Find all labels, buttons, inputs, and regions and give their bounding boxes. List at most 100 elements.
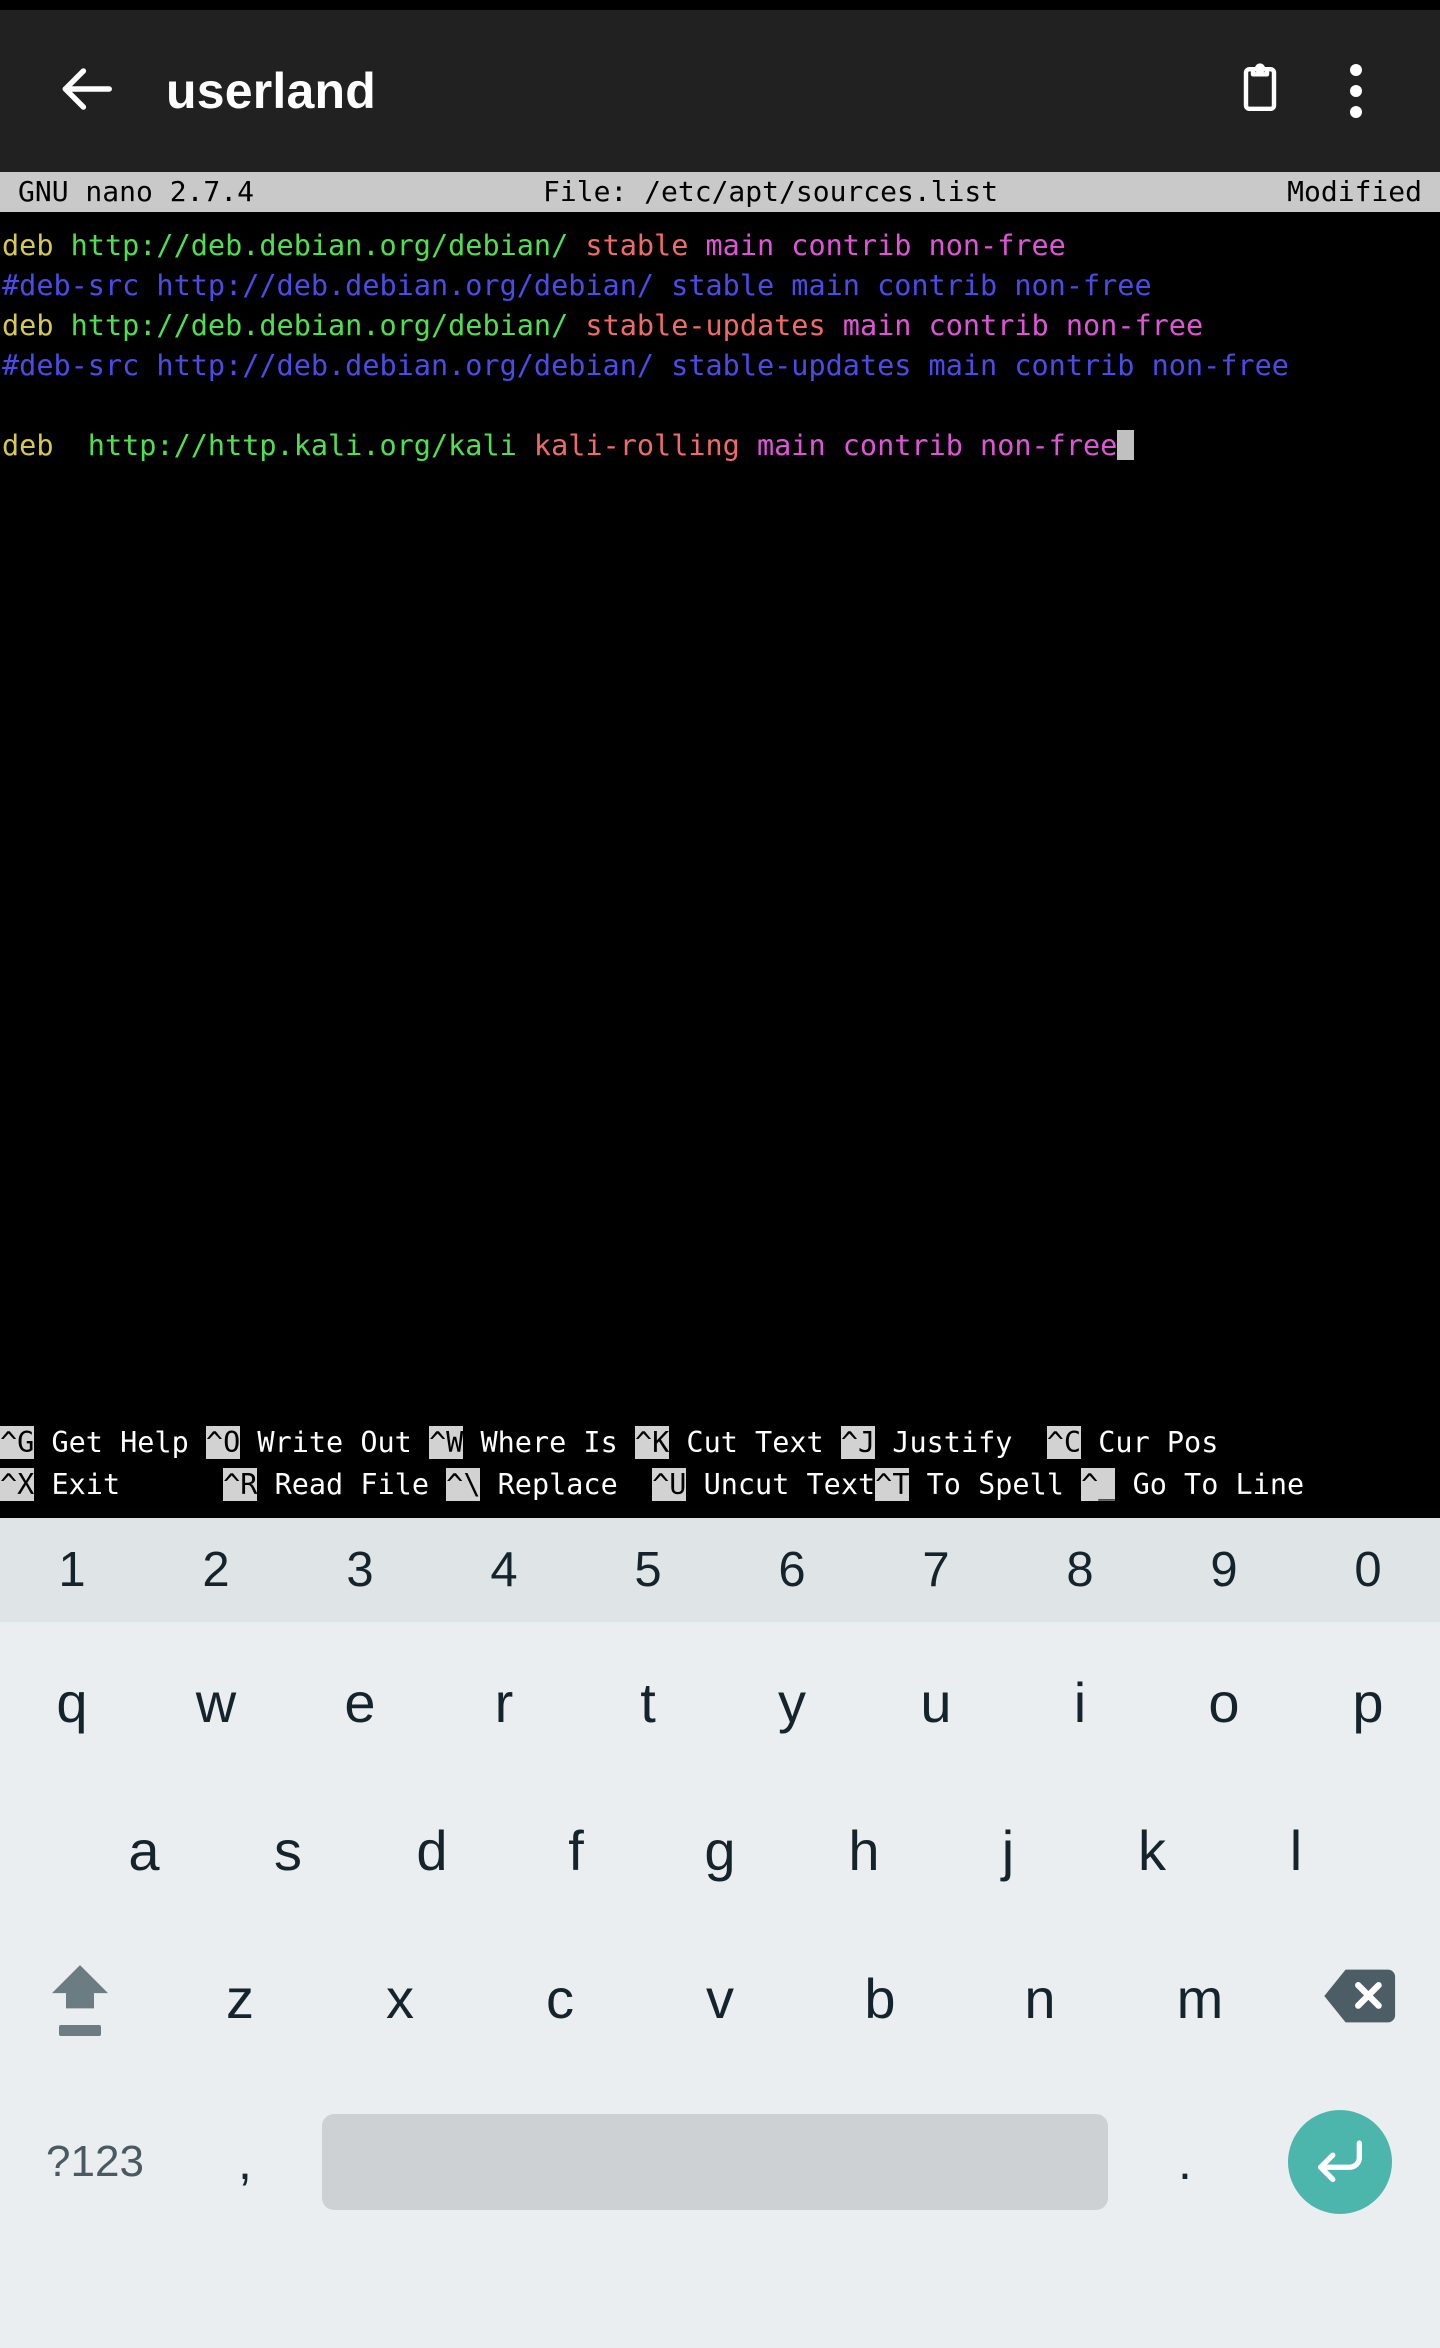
code-token: http://http.kali.org/kali	[87, 429, 534, 462]
num-key-6[interactable]: 6	[720, 1542, 864, 1598]
shortcut-label: Cut Text	[669, 1426, 841, 1459]
num-key-9[interactable]: 9	[1152, 1542, 1296, 1598]
letter-key-k[interactable]: k	[1080, 1776, 1224, 1924]
code-line[interactable]: deb http://deb.debian.org/debian/ stable…	[2, 226, 1440, 266]
backspace-key[interactable]	[1280, 1924, 1440, 2072]
letter-key-m[interactable]: m	[1120, 1924, 1280, 2072]
code-token: deb	[2, 309, 71, 342]
arrow-left-icon	[55, 58, 117, 125]
keyboard-row-asdf: asdfghjkl	[0, 1776, 1440, 1924]
code-token: stable	[585, 229, 706, 262]
letter-key-l[interactable]: l	[1224, 1776, 1368, 1924]
shortcut-key[interactable]: ^T	[875, 1468, 910, 1501]
num-key-7[interactable]: 7	[864, 1542, 1008, 1598]
back-button[interactable]	[44, 49, 128, 133]
shortcut-key[interactable]: ^_	[1081, 1468, 1116, 1501]
letter-key-r[interactable]: r	[432, 1628, 576, 1776]
shortcut-key[interactable]: ^K	[634, 1426, 670, 1459]
letter-key-g[interactable]: g	[648, 1776, 792, 1924]
num-key-4[interactable]: 4	[432, 1542, 576, 1598]
nano-version: GNU nano 2.7.4	[18, 175, 255, 208]
screen-root: u ser l a n d GNU nano 2.7.4 File: /etc/apt/s…	[0, 0, 1440, 2348]
shortcut-label: Write Out	[240, 1426, 429, 1459]
shortcut-label: To Spell	[909, 1468, 1082, 1501]
space-key[interactable]	[322, 2114, 1108, 2210]
comma-key[interactable]: ,	[180, 2133, 310, 2191]
letter-key-x[interactable]: x	[320, 1924, 480, 2072]
num-key-8[interactable]: 8	[1008, 1542, 1152, 1598]
code-token: http://deb.debian.org/debian/	[70, 229, 586, 262]
letter-key-u[interactable]: u	[864, 1628, 1008, 1776]
code-token: stable-updates	[585, 309, 843, 342]
keyboard-row-zxcv: zxcvbnm	[0, 1924, 1440, 2072]
code-line[interactable]: deb http://deb.debian.org/debian/ stable…	[2, 306, 1440, 346]
shortcut-key[interactable]: ^J	[840, 1426, 876, 1459]
keyboard-number-row: 1234567890	[0, 1518, 1440, 1622]
letter-key-t[interactable]: t	[576, 1628, 720, 1776]
letter-key-y[interactable]: y	[720, 1628, 864, 1776]
shortcut-label: Where Is	[463, 1426, 635, 1459]
text-cursor	[1117, 430, 1135, 460]
nano-shortcut-row-2: ^X Exit ^R Read File ^\ Replace ^U Uncut…	[0, 1464, 1440, 1506]
shortcut-label: Cur Pos	[1081, 1426, 1219, 1459]
letter-key-w[interactable]: w	[144, 1628, 288, 1776]
shortcut-label: Read File	[257, 1468, 447, 1501]
status-bar	[0, 0, 1440, 10]
letter-key-s[interactable]: s	[216, 1776, 360, 1924]
shortcut-key[interactable]: ^\	[446, 1468, 481, 1501]
num-key-5[interactable]: 5	[576, 1542, 720, 1598]
letter-key-p[interactable]: p	[1296, 1628, 1440, 1776]
code-token: #deb-src http://deb.debian.org/debian/ s…	[2, 349, 1289, 382]
shortcut-key[interactable]: ^O	[205, 1426, 241, 1459]
letter-key-q[interactable]: q	[0, 1628, 144, 1776]
nano-title-bar: GNU nano 2.7.4 File: /etc/apt/sources.li…	[0, 172, 1440, 212]
code-line[interactable]: #deb-src http://deb.debian.org/debian/ s…	[2, 346, 1440, 386]
overflow-menu-button[interactable]	[1308, 43, 1404, 139]
letter-key-j[interactable]: j	[936, 1776, 1080, 1924]
shortcut-label: Replace	[480, 1468, 653, 1501]
num-key-2[interactable]: 2	[144, 1542, 288, 1598]
shortcut-key[interactable]: ^G	[0, 1426, 35, 1459]
letter-key-c[interactable]: c	[480, 1924, 640, 2072]
shortcut-key[interactable]: ^U	[652, 1468, 687, 1501]
letter-key-h[interactable]: h	[792, 1776, 936, 1924]
letter-key-e[interactable]: e	[288, 1628, 432, 1776]
num-key-1[interactable]: 1	[0, 1542, 144, 1598]
shortcut-label: Justify	[875, 1426, 1047, 1459]
shortcut-key[interactable]: ^X	[0, 1468, 35, 1501]
nano-shortcut-bar: ^G Get Help ^O Write Out ^W Where Is ^K …	[0, 1422, 1440, 1510]
code-token: main contrib non-free	[756, 429, 1118, 462]
code-line[interactable]: #deb-src http://deb.debian.org/debian/ s…	[2, 266, 1440, 306]
clipboard-button[interactable]	[1212, 43, 1308, 139]
letter-key-n[interactable]: n	[960, 1924, 1120, 2072]
num-key-0[interactable]: 0	[1296, 1542, 1440, 1598]
enter-icon	[1311, 2131, 1369, 2194]
shortcut-key[interactable]: ^R	[223, 1468, 258, 1501]
shift-key[interactable]	[0, 1924, 160, 2072]
code-token: #deb-src http://deb.debian.org/debian/ s…	[2, 269, 1152, 302]
letter-key-z[interactable]: z	[160, 1924, 320, 2072]
clipboard-icon	[1232, 61, 1288, 122]
terminal-nano[interactable]: GNU nano 2.7.4 File: /etc/apt/sources.li…	[0, 172, 1440, 1510]
letter-key-o[interactable]: o	[1152, 1628, 1296, 1776]
soft-keyboard[interactable]: 1234567890 qwertyuiop asdfghjkl zxcvbnm	[0, 1518, 1440, 2348]
letter-key-a[interactable]: a	[72, 1776, 216, 1924]
num-key-3[interactable]: 3	[288, 1542, 432, 1598]
nano-modified-flag: Modified	[1287, 175, 1422, 208]
letter-key-i[interactable]: i	[1008, 1628, 1152, 1776]
letter-key-d[interactable]: d	[360, 1776, 504, 1924]
shortcut-key[interactable]: ^C	[1046, 1426, 1082, 1459]
shortcut-key[interactable]: ^W	[429, 1426, 464, 1459]
enter-key[interactable]	[1288, 2110, 1392, 2214]
code-token: http://deb.debian.org/debian/	[70, 309, 586, 342]
code-line[interactable]: deb http://http.kali.org/kali kali-rolli…	[2, 426, 1440, 466]
symbols-key[interactable]: ?123	[10, 2137, 180, 2187]
code-token: deb	[2, 229, 71, 262]
period-key[interactable]: .	[1120, 2133, 1250, 2191]
letter-key-b[interactable]: b	[800, 1924, 960, 2072]
letter-key-f[interactable]: f	[504, 1776, 648, 1924]
shortcut-label: Uncut Text	[686, 1468, 876, 1501]
nano-text-area[interactable]: deb http://deb.debian.org/debian/ stable…	[0, 212, 1440, 466]
letter-key-v[interactable]: v	[640, 1924, 800, 2072]
